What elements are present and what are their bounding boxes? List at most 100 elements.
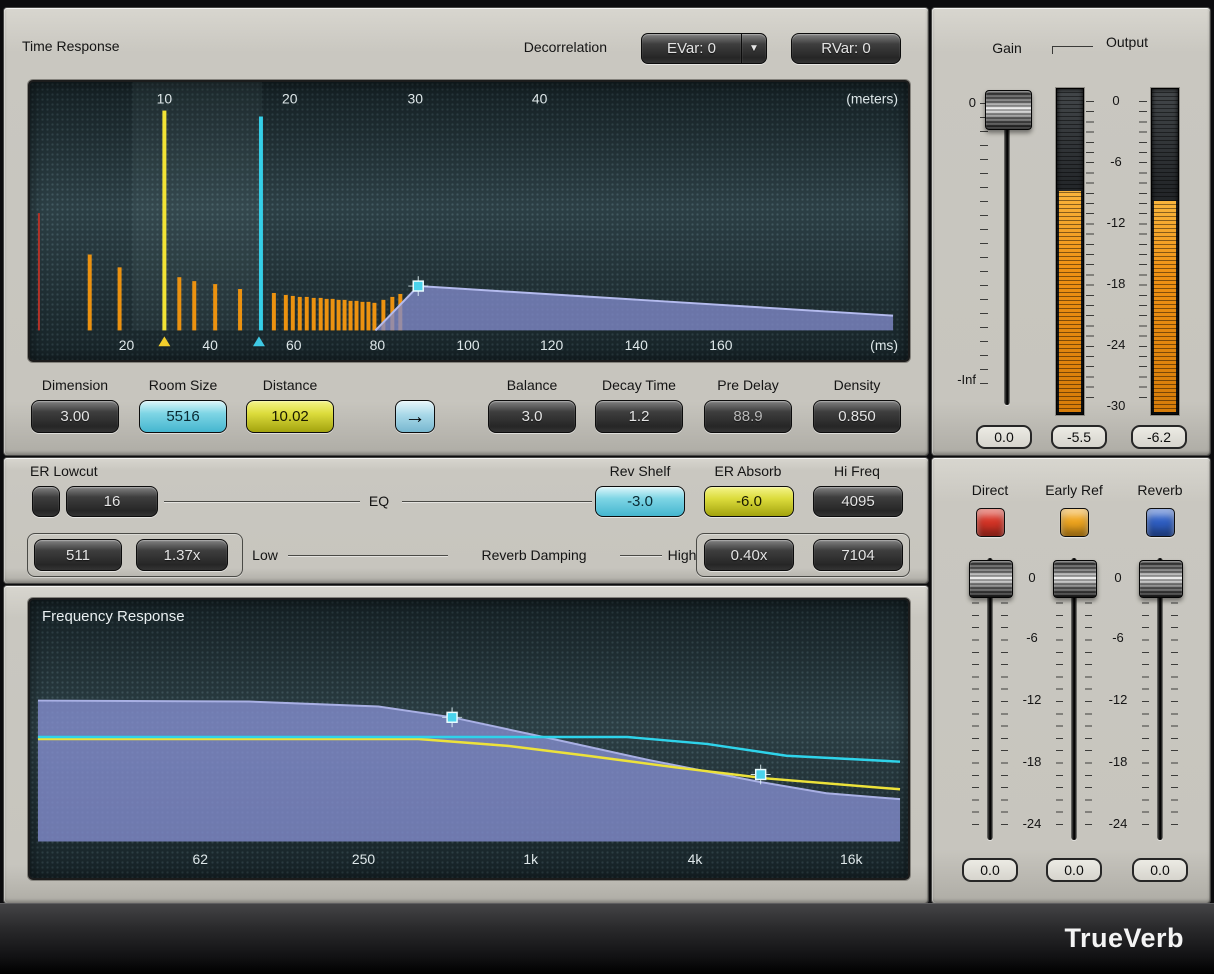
- param-value-distance[interactable]: 10.02: [246, 400, 334, 433]
- damping-low-freq-value[interactable]: 511: [34, 539, 122, 571]
- bottom-bar: TrueVerb: [0, 903, 1214, 974]
- param-value-balance[interactable]: 3.0: [488, 400, 576, 433]
- output-meter-left-fill: [1059, 191, 1081, 412]
- svg-text:140: 140: [625, 337, 649, 353]
- param-label-room-size: Room Size: [131, 377, 235, 393]
- param-value-density[interactable]: 0.850: [813, 400, 901, 433]
- mixer-scale1-0: 0: [1016, 570, 1048, 585]
- mixer-panel: Direct Early Ref Reverb 0 -6 -12 -18 -24…: [932, 458, 1210, 903]
- gain-output-panel: Gain Output 0 -Inf 0 -6 -12 -18 -24 -30 …: [932, 8, 1210, 455]
- direct-fader-track[interactable]: [987, 558, 993, 840]
- svg-text:(meters): (meters): [846, 91, 898, 107]
- damping-high-ratio-value[interactable]: 0.40x: [704, 539, 794, 571]
- early-ref-fader-track[interactable]: [1071, 558, 1077, 840]
- svg-text:30: 30: [407, 91, 423, 107]
- dropdown-arrow-icon: ▼: [749, 43, 759, 54]
- trueverb-logo: TrueVerb: [1064, 923, 1184, 954]
- damping-low-ratio-value[interactable]: 1.37x: [136, 539, 228, 571]
- er-lowcut-label: ER Lowcut: [30, 463, 98, 479]
- meter-scale-0: 0: [1098, 93, 1134, 108]
- gain-fader-track[interactable]: [1004, 95, 1010, 405]
- mixer-scale1-18: -18: [1016, 754, 1048, 769]
- mixer-scale2-24: -24: [1102, 816, 1134, 831]
- param-label-balance: Balance: [480, 377, 584, 393]
- reverb-button[interactable]: [1146, 508, 1175, 537]
- mixer-scale2-0: 0: [1102, 570, 1134, 585]
- svg-text:(ms): (ms): [870, 337, 898, 353]
- meter-ticks-right: [1139, 101, 1147, 407]
- param-label-density: Density: [805, 377, 909, 393]
- reverb-fader-track[interactable]: [1157, 558, 1163, 840]
- param-value-decay-time[interactable]: 1.2: [595, 400, 683, 433]
- early-ref-label: Early Ref: [1038, 482, 1110, 498]
- evar-dropdown-button[interactable]: ▼: [741, 33, 767, 64]
- gain-fader-handle[interactable]: [985, 90, 1032, 130]
- time-response-title: Time Response: [22, 38, 120, 54]
- eq-divider-right: [402, 501, 592, 502]
- early-ref-ticks-left: [1056, 578, 1063, 828]
- param-value-pre-delay[interactable]: 88.9: [704, 400, 792, 433]
- hi-freq-label: Hi Freq: [807, 463, 907, 479]
- svg-text:20: 20: [282, 91, 298, 107]
- svg-text:40: 40: [532, 91, 548, 107]
- mixer-scale1-12: -12: [1016, 692, 1048, 707]
- frequency-response-chart[interactable]: 622501k4k16k: [30, 600, 908, 878]
- damping-divider-right: [620, 555, 662, 556]
- reverb-ticks-right: [1171, 578, 1178, 828]
- gain-label: Gain: [977, 40, 1037, 56]
- output-bracket-line: [1052, 46, 1093, 54]
- rev-shelf-value[interactable]: -3.0: [595, 486, 685, 517]
- svg-text:120: 120: [540, 337, 564, 353]
- reverb-value-readout[interactable]: 0.0: [1132, 858, 1188, 882]
- svg-text:1k: 1k: [523, 851, 538, 867]
- direct-button[interactable]: [976, 508, 1005, 537]
- mixer-scale2-18: -18: [1102, 754, 1134, 769]
- gain-ticks: [980, 103, 988, 385]
- svg-text:100: 100: [456, 337, 480, 353]
- er-absorb-value[interactable]: -6.0: [704, 486, 794, 517]
- time-response-panel: Time Response Decorrelation EVar: 0 ▼ RV…: [4, 8, 928, 455]
- svg-text:40: 40: [202, 337, 218, 353]
- meter-scale-30: -30: [1098, 398, 1134, 413]
- svg-text:4k: 4k: [688, 851, 703, 867]
- eq-label: EQ: [362, 493, 396, 509]
- reverb-damping-label: Reverb Damping: [454, 547, 614, 563]
- direct-fader-handle[interactable]: [969, 560, 1013, 598]
- param-label-decay-time: Decay Time: [587, 377, 691, 393]
- rev-shelf-label: Rev Shelf: [590, 463, 690, 479]
- reverb-fader-handle[interactable]: [1139, 560, 1183, 598]
- mixer-scale1-24: -24: [1016, 816, 1048, 831]
- mixer-scale1-6: -6: [1016, 630, 1048, 645]
- er-lowcut-value[interactable]: 16: [66, 486, 158, 517]
- reverb-label: Reverb: [1126, 482, 1194, 498]
- decorrelation-label: Decorrelation: [457, 39, 607, 55]
- frequency-response-graph[interactable]: Frequency Response 622501k4k16k: [28, 598, 910, 880]
- right-arrow-icon: →: [405, 405, 426, 429]
- early-ref-value-readout[interactable]: 0.0: [1046, 858, 1102, 882]
- er-lowcut-toggle-button[interactable]: [32, 486, 60, 517]
- early-ref-fader-handle[interactable]: [1053, 560, 1097, 598]
- hi-freq-value[interactable]: 4095: [813, 486, 903, 517]
- frequency-response-panel: Frequency Response 622501k4k16k: [4, 586, 928, 903]
- direct-ticks-right: [1001, 578, 1008, 828]
- direct-label: Direct: [960, 482, 1020, 498]
- mixer-scale2-12: -12: [1102, 692, 1134, 707]
- gain-value-readout[interactable]: 0.0: [976, 425, 1032, 449]
- early-ref-ticks-right: [1085, 578, 1092, 828]
- svg-text:16k: 16k: [840, 851, 863, 867]
- param-value-dimension[interactable]: 3.00: [31, 400, 119, 433]
- gain-scale-bottom: -Inf: [940, 372, 976, 387]
- param-value-room-size[interactable]: 5516: [139, 400, 227, 433]
- early-ref-button[interactable]: [1060, 508, 1089, 537]
- mixer-scale2-6: -6: [1102, 630, 1134, 645]
- direct-value-readout[interactable]: 0.0: [962, 858, 1018, 882]
- eq-panel: ER Lowcut 16 EQ Rev Shelf -3.0 ER Absorb…: [4, 458, 928, 583]
- time-response-graph[interactable]: 10203040(meters)20406080100120140160(ms): [28, 80, 910, 362]
- rvar-button[interactable]: RVar: 0: [791, 33, 901, 64]
- evar-button[interactable]: EVar: 0: [641, 33, 741, 64]
- time-response-chart[interactable]: 10203040(meters)20406080100120140160(ms): [30, 82, 908, 360]
- room-link-arrow-button[interactable]: →: [395, 400, 435, 433]
- svg-text:10: 10: [157, 91, 173, 107]
- damping-high-freq-value[interactable]: 7104: [813, 539, 903, 571]
- meter-scale-18: -18: [1098, 276, 1134, 291]
